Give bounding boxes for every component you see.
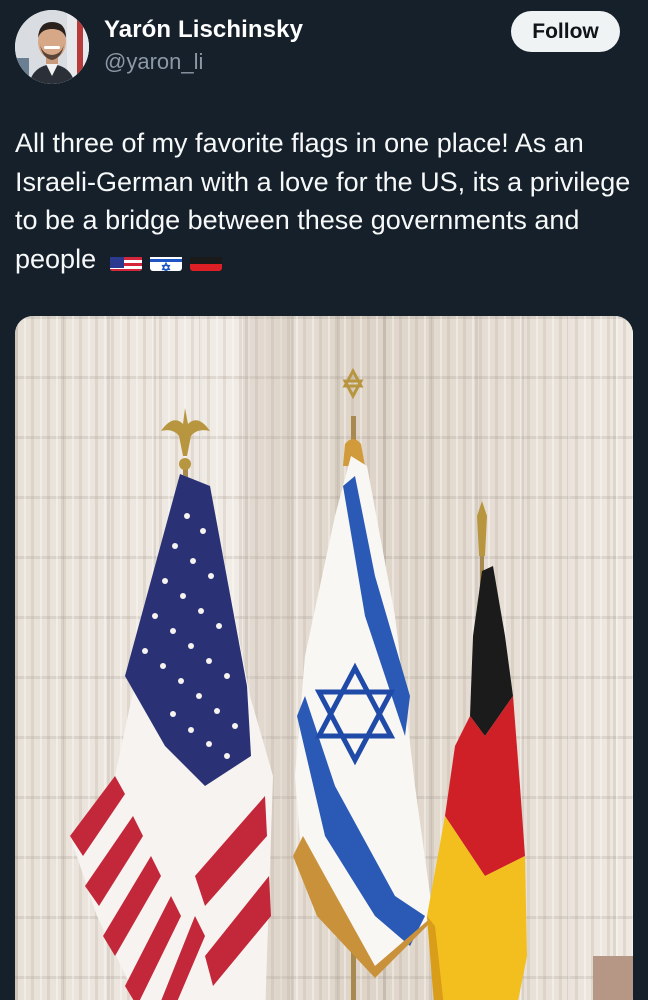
israel-flag-emoji-icon [149, 250, 182, 271]
flag-emoji-group [109, 250, 222, 271]
germany-flag-emoji-icon [189, 250, 222, 271]
follow-button[interactable]: Follow [511, 11, 620, 52]
tweet-media-photo[interactable] [15, 316, 633, 1000]
author-handle[interactable]: @yaron_li [104, 49, 203, 75]
author-display-name[interactable]: Yarón Lischinsky [104, 16, 303, 44]
avatar-photo-icon [15, 10, 89, 84]
flags-photo-icon [15, 316, 633, 1000]
tweet-header: Yarón Lischinsky @yaron_li Follow [0, 0, 648, 100]
author-avatar[interactable] [15, 10, 89, 84]
tweet-body-text: All three of my favorite flags in one pl… [15, 128, 631, 274]
us-flag-emoji-icon [109, 250, 142, 271]
tweet-text: All three of my favorite flags in one pl… [15, 124, 635, 278]
